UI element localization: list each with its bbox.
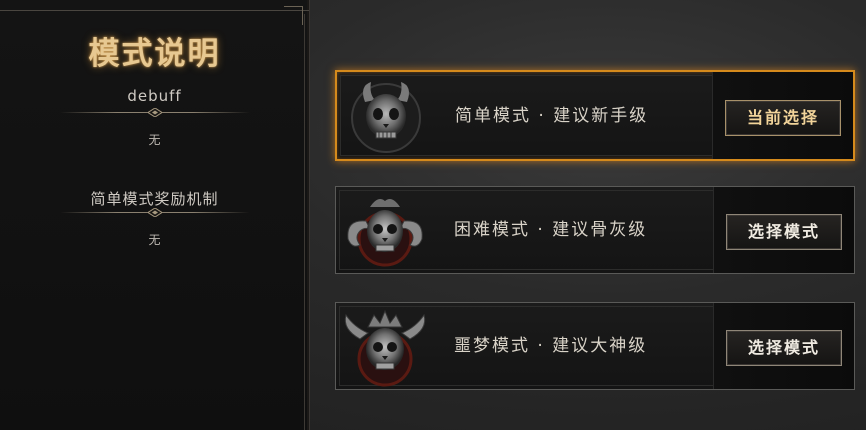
mode-label: 简单模式 · 建议新手级: [455, 106, 649, 126]
mode-description-panel: 模式说明 debuff 无 简单模式奖励机制 无: [0, 0, 310, 430]
select-mode-button[interactable]: 选择模式: [726, 330, 842, 366]
divider-gem-icon: [148, 108, 162, 117]
current-selection-button[interactable]: 当前选择: [725, 100, 841, 136]
reward-heading: 简单模式奖励机制: [90, 190, 219, 208]
panel-frame-top: [0, 0, 309, 11]
mode-card-hard[interactable]: 困难模式 · 建议骨灰级 选择模式: [335, 186, 855, 274]
divider-gem-icon: [148, 208, 162, 217]
select-mode-button[interactable]: 选择模式: [726, 214, 842, 250]
mode-label: 噩梦模式 · 建议大神级: [454, 336, 648, 356]
panel-title: 模式说明: [88, 36, 221, 72]
reward-divider: [60, 208, 250, 218]
mode-card-nightmare[interactable]: 噩梦模式 · 建议大神级 选择模式: [335, 302, 855, 390]
mode-label: 困难模式 · 建议骨灰级: [454, 220, 648, 240]
mode-card-easy[interactable]: 简单模式 · 建议新手级 当前选择: [335, 70, 855, 161]
horned-skull-icon: [351, 82, 421, 153]
frame-corner-ornament: [284, 6, 303, 25]
debuff-value: 无: [148, 133, 161, 147]
reward-value: 无: [148, 233, 161, 247]
demon-skull-icon: [344, 309, 426, 387]
mode-button-area: 选择模式: [713, 187, 854, 273]
mode-button-area: 当前选择: [712, 72, 853, 159]
debuff-divider: [60, 108, 250, 118]
debuff-heading: debuff: [127, 87, 182, 105]
mode-button-area: 选择模式: [713, 303, 854, 389]
ram-horned-skull-icon: [347, 199, 423, 267]
panel-frame-edge: [304, 14, 305, 430]
